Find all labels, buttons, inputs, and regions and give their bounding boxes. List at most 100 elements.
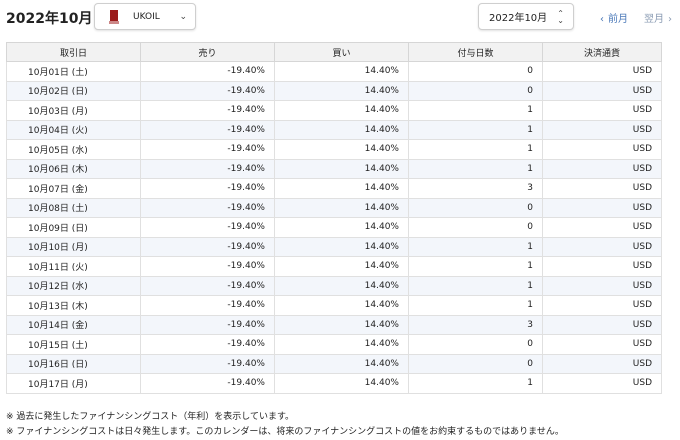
cell-sell-rate: -19.40% — [140, 295, 275, 316]
cell-sell-rate: -19.40% — [140, 275, 275, 296]
cell-trade-date: 10月07日 (金) — [6, 178, 141, 199]
month-select[interactable]: 2022年10月 ⌃ ⌄ — [478, 3, 574, 30]
cell-sell-rate: -19.40% — [140, 139, 275, 160]
cell-buy-rate: 14.40% — [274, 100, 409, 121]
cell-sell-rate: -19.40% — [140, 178, 275, 199]
cell-buy-rate: 14.40% — [274, 197, 409, 218]
table-row: 10月09日 (日) -19.40% 14.40% 0 USD — [6, 217, 662, 238]
cell-buy-rate: 14.40% — [274, 61, 409, 82]
cell-sell-rate: -19.40% — [140, 119, 275, 140]
next-month-link[interactable]: 翌月 › — [642, 10, 674, 25]
footnote: ※ ファイナンシングコストは日々発生します。このカレンダーは、将来のファイナンシ… — [6, 427, 564, 437]
cell-days: 1 — [408, 158, 543, 179]
cell-trade-date: 10月12日 (水) — [6, 275, 141, 296]
cell-currency: USD — [542, 236, 662, 257]
table-row: 10月11日 (火) -19.40% 14.40% 1 USD — [6, 256, 662, 277]
table-row: 10月01日 (土) -19.40% 14.40% 0 USD — [6, 61, 662, 82]
cell-trade-date: 10月16日 (日) — [6, 353, 141, 374]
cell-buy-rate: 14.40% — [274, 314, 409, 335]
instrument-select[interactable]: UKOIL ⌄ — [94, 3, 196, 30]
page-title: 2022年10月 — [6, 11, 93, 27]
cell-days: 0 — [408, 61, 543, 82]
cell-trade-date: 10月13日 (木) — [6, 295, 141, 316]
table-row: 10月05日 (水) -19.40% 14.40% 1 USD — [6, 139, 662, 160]
cell-days: 0 — [408, 80, 543, 101]
cell-currency: USD — [542, 256, 662, 277]
cell-days: 3 — [408, 178, 543, 199]
cell-trade-date: 10月14日 (金) — [6, 314, 141, 335]
prev-month-link[interactable]: ‹ 前月 — [598, 10, 630, 25]
cell-sell-rate: -19.40% — [140, 217, 275, 238]
cell-currency: USD — [542, 314, 662, 335]
cell-buy-rate: 14.40% — [274, 275, 409, 296]
table-row: 10月07日 (金) -19.40% 14.40% 3 USD — [6, 178, 662, 199]
cell-buy-rate: 14.40% — [274, 236, 409, 257]
cell-days: 1 — [408, 373, 543, 394]
cell-buy-rate: 14.40% — [274, 256, 409, 277]
month-value: 2022年10月 — [489, 13, 548, 24]
cell-sell-rate: -19.40% — [140, 334, 275, 355]
cell-currency: USD — [542, 295, 662, 316]
column-header-days: 付与日数 — [408, 42, 543, 62]
cell-currency: USD — [542, 61, 662, 82]
cell-days: 0 — [408, 217, 543, 238]
cell-buy-rate: 14.40% — [274, 334, 409, 355]
cell-trade-date: 10月17日 (月) — [6, 373, 141, 394]
cell-currency: USD — [542, 100, 662, 121]
table-row: 10月12日 (水) -19.40% 14.40% 1 USD — [6, 275, 662, 296]
cell-sell-rate: -19.40% — [140, 61, 275, 82]
cell-buy-rate: 14.40% — [274, 295, 409, 316]
column-header-trade-date: 取引日 — [6, 42, 141, 62]
cell-currency: USD — [542, 119, 662, 140]
table-row: 10月15日 (土) -19.40% 14.40% 0 USD — [6, 334, 662, 355]
cell-sell-rate: -19.40% — [140, 80, 275, 101]
cell-days: 1 — [408, 256, 543, 277]
cell-sell-rate: -19.40% — [140, 158, 275, 179]
cell-days: 3 — [408, 314, 543, 335]
cell-buy-rate: 14.40% — [274, 119, 409, 140]
instrument-name: UKOIL — [133, 11, 160, 22]
cell-trade-date: 10月01日 (土) — [6, 61, 141, 82]
column-header-currency: 決済通貨 — [542, 42, 662, 62]
cell-currency: USD — [542, 373, 662, 394]
cell-days: 0 — [408, 197, 543, 218]
cell-days: 1 — [408, 295, 543, 316]
cell-buy-rate: 14.40% — [274, 158, 409, 179]
cell-buy-rate: 14.40% — [274, 80, 409, 101]
cell-days: 1 — [408, 119, 543, 140]
financing-cost-table: 取引日 売り 買い 付与日数 決済通貨 10月01日 (土) -19.40% 14.… — [6, 42, 662, 394]
chevron-right-icon: › — [668, 14, 672, 25]
cell-days: 1 — [408, 139, 543, 160]
cell-buy-rate: 14.40% — [274, 373, 409, 394]
cell-currency: USD — [542, 334, 662, 355]
chevron-down-icon: ⌄ — [179, 11, 187, 22]
cell-buy-rate: 14.40% — [274, 178, 409, 199]
cell-trade-date: 10月05日 (水) — [6, 139, 141, 160]
table-row: 10月10日 (月) -19.40% 14.40% 1 USD — [6, 236, 662, 257]
cell-trade-date: 10月11日 (火) — [6, 256, 141, 277]
table-row: 10月06日 (木) -19.40% 14.40% 1 USD — [6, 158, 662, 179]
up-down-chevron-icon: ⌃ ⌄ — [557, 8, 564, 25]
cell-currency: USD — [542, 139, 662, 160]
cell-days: 1 — [408, 236, 543, 257]
cell-trade-date: 10月09日 (日) — [6, 217, 141, 238]
cell-trade-date: 10月06日 (木) — [6, 158, 141, 179]
footnote: ※ 過去に発生したファイナンシングコスト（年利）を表示しています。 — [6, 412, 295, 422]
cell-currency: USD — [542, 158, 662, 179]
footnotes: ※ 過去に発生したファイナンシングコスト（年利）を表示しています。 ※ ファイナ… — [6, 410, 564, 440]
cell-currency: USD — [542, 353, 662, 374]
table-header-row: 取引日 売り 買い 付与日数 決済通貨 — [6, 42, 662, 62]
cell-trade-date: 10月02日 (日) — [6, 80, 141, 101]
cell-sell-rate: -19.40% — [140, 314, 275, 335]
cell-currency: USD — [542, 275, 662, 296]
cell-trade-date: 10月04日 (火) — [6, 119, 141, 140]
next-month-label: 翌月 — [644, 14, 664, 25]
table-row: 10月02日 (日) -19.40% 14.40% 0 USD — [6, 80, 662, 101]
cell-sell-rate: -19.40% — [140, 256, 275, 277]
brand-logo-icon — [109, 9, 119, 24]
cell-sell-rate: -19.40% — [140, 353, 275, 374]
cell-days: 0 — [408, 334, 543, 355]
cell-trade-date: 10月10日 (月) — [6, 236, 141, 257]
cell-currency: USD — [542, 178, 662, 199]
table-row: 10月16日 (日) -19.40% 14.40% 0 USD — [6, 353, 662, 374]
